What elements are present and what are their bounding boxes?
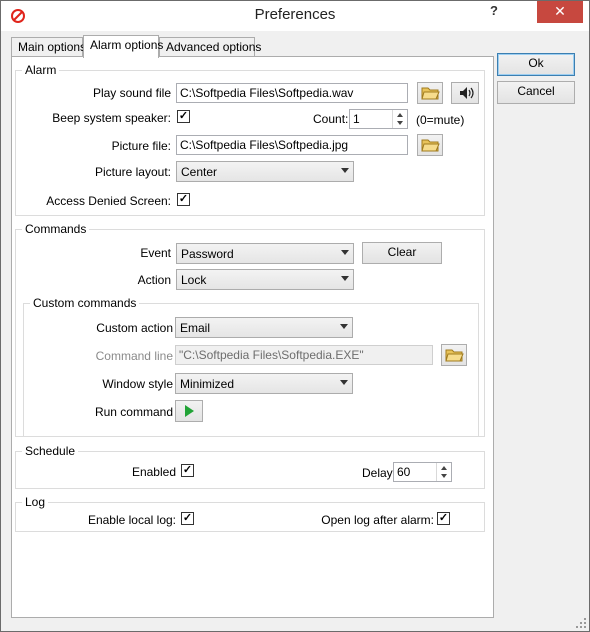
picture-file-label: Picture file:	[111, 139, 171, 153]
spin-up-icon[interactable]	[397, 113, 403, 117]
chevron-down-icon	[341, 250, 349, 255]
delay-label: Delay	[362, 466, 393, 480]
command-line-field[interactable]: "C:\Softpedia Files\Softpedia.EXE"	[175, 345, 433, 365]
folder-open-icon	[421, 87, 440, 100]
schedule-enabled-checkbox[interactable]: ✓	[181, 464, 194, 477]
delay-spin-arrows[interactable]	[436, 463, 451, 481]
run-command-button[interactable]	[175, 400, 203, 422]
picture-file-field[interactable]: C:\Softpedia Files\Softpedia.jpg	[176, 135, 408, 155]
picture-layout-label: Picture layout:	[94, 165, 171, 179]
folder-open-icon	[421, 139, 440, 152]
count-spin-arrows[interactable]	[392, 110, 407, 128]
picture-layout-select[interactable]: Center	[176, 161, 354, 182]
tab-advanced-options[interactable]: Advanced options	[159, 37, 261, 57]
browse-command-button[interactable]	[441, 344, 467, 366]
play-icon	[185, 405, 194, 417]
beep-checkbox[interactable]: ✓	[177, 110, 190, 123]
beep-label: Beep system speaker:	[52, 111, 171, 125]
close-button[interactable]: ✕	[537, 1, 583, 23]
play-sound-label: Play sound file	[92, 86, 171, 100]
log-group-label: Log	[22, 495, 49, 509]
count-label: Count:	[313, 112, 349, 126]
spin-up-icon[interactable]	[441, 466, 447, 470]
folder-open-icon	[445, 349, 464, 362]
chevron-down-icon	[340, 380, 348, 385]
alarm-options-panel: Alarm Play sound file C:\Softpedia Files…	[11, 56, 494, 618]
play-sound-field[interactable]: C:\Softpedia Files\Softpedia.wav	[176, 83, 408, 103]
count-hint: (0=mute)	[416, 113, 465, 127]
run-command-label: Run command	[94, 405, 173, 419]
action-select[interactable]: Lock	[176, 269, 354, 290]
chevron-down-icon	[341, 168, 349, 173]
browse-picture-button[interactable]	[417, 134, 443, 156]
action-label: Action	[137, 273, 171, 287]
tab-main-options[interactable]: Main options	[11, 37, 86, 57]
alarm-group: Alarm Play sound file C:\Softpedia Files…	[15, 63, 485, 216]
access-denied-checkbox[interactable]: ✓	[177, 193, 190, 206]
tab-alarm-options[interactable]: Alarm options	[83, 35, 163, 58]
title-bar[interactable]: Preferences ? ✕	[1, 1, 589, 31]
commands-group-label: Commands	[22, 222, 90, 236]
resize-grip-icon[interactable]	[576, 618, 586, 628]
clear-button[interactable]: Clear	[362, 242, 442, 264]
count-value: 1	[353, 112, 360, 126]
custom-action-label: Custom action	[96, 321, 173, 335]
open-log-after-alarm-checkbox[interactable]: ✓	[437, 512, 450, 525]
ok-button[interactable]: Ok	[497, 53, 575, 76]
event-label: Event	[140, 246, 171, 260]
speaker-icon	[460, 87, 474, 99]
play-sound-button[interactable]	[451, 82, 479, 104]
window-style-value: Minimized	[180, 377, 235, 391]
custom-action-value: Email	[180, 321, 211, 335]
delay-value: 60	[397, 465, 411, 479]
alarm-group-label: Alarm	[22, 63, 60, 77]
commands-group: Commands Event Password Clear Action Loc…	[15, 222, 485, 437]
count-spinner[interactable]: 1	[349, 109, 408, 129]
schedule-group: Schedule Enabled ✓ Delay 60	[15, 444, 485, 489]
picture-layout-value: Center	[181, 165, 218, 179]
spin-down-icon[interactable]	[441, 474, 447, 478]
window-style-label: Window style	[102, 377, 173, 391]
delay-spinner[interactable]: 60	[393, 462, 452, 482]
access-denied-label: Access Denied Screen:	[46, 194, 171, 208]
open-log-after-alarm-label: Open log after alarm:	[321, 513, 434, 527]
chevron-down-icon	[340, 324, 348, 329]
spin-down-icon[interactable]	[397, 121, 403, 125]
custom-commands-group: Custom commands Custom action Email Comm…	[23, 296, 479, 437]
window-style-select[interactable]: Minimized	[175, 373, 353, 394]
enabled-label: Enabled	[131, 465, 176, 479]
command-line-label: Command line	[95, 349, 173, 363]
schedule-group-label: Schedule	[22, 444, 79, 458]
browse-sound-button[interactable]	[417, 82, 443, 104]
help-button[interactable]: ?	[481, 1, 507, 23]
cancel-button[interactable]: Cancel	[497, 81, 575, 104]
preferences-window: Preferences ? ✕ Main options Alarm optio…	[0, 0, 590, 632]
event-value: Password	[181, 247, 234, 261]
enable-local-log-label: Enable local log:	[87, 513, 176, 527]
chevron-down-icon	[341, 276, 349, 281]
event-select[interactable]: Password	[176, 243, 354, 264]
log-group: Log Enable local log: ✓ Open log after a…	[15, 495, 485, 532]
action-value: Lock	[181, 273, 207, 287]
custom-commands-group-label: Custom commands	[30, 296, 140, 310]
enable-local-log-checkbox[interactable]: ✓	[181, 512, 194, 525]
custom-action-select[interactable]: Email	[175, 317, 353, 338]
